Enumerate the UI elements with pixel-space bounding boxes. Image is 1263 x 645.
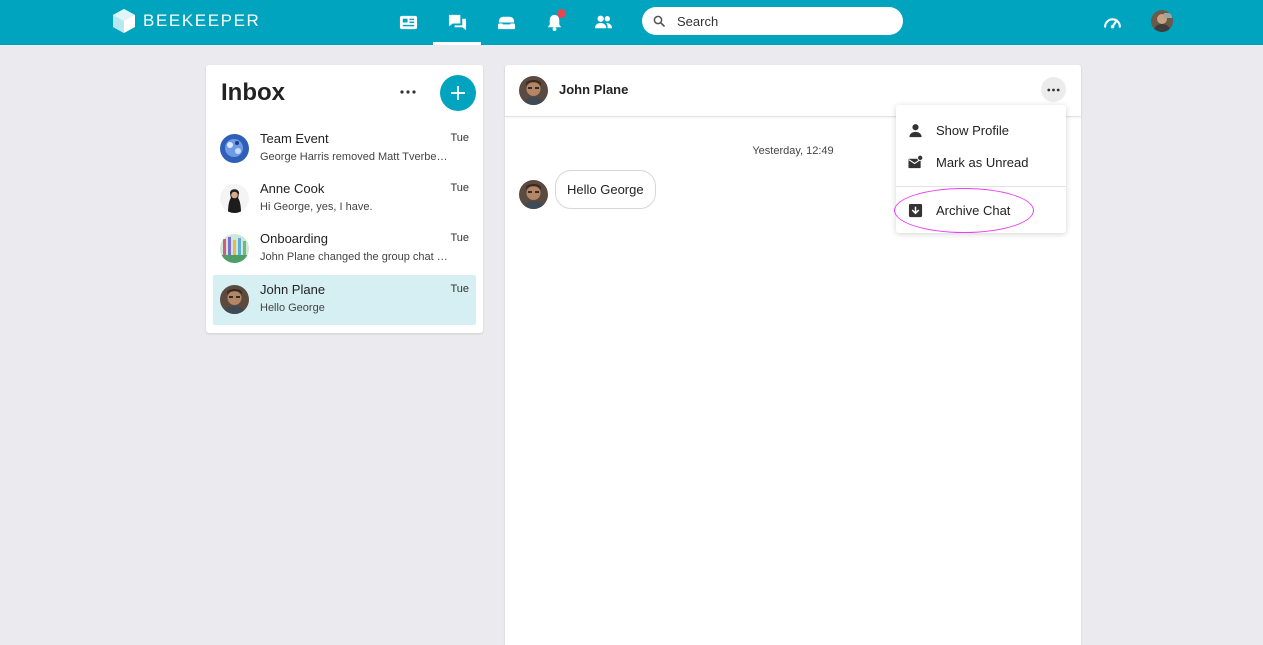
nav-people[interactable]: [579, 0, 627, 45]
menu-item-label: Mark as Unread: [936, 154, 1029, 170]
chat-preview: Hello George: [260, 302, 325, 314]
menu-item-mark-as-unread[interactable]: Mark as Unread: [896, 146, 1066, 178]
group-avatar: [220, 134, 249, 163]
chat-date: Tue: [450, 283, 469, 295]
nav-notifications[interactable]: [530, 0, 578, 45]
chat-list-item-team-event[interactable]: Team Event Tue George Harris removed Mat…: [213, 124, 476, 174]
chat-list-item-anne-cook[interactable]: Anne Cook Tue Hi George, yes, I have.: [213, 174, 476, 224]
brand-name: BEEKEEPER: [143, 11, 261, 30]
chat-name: John Plane: [260, 282, 326, 297]
beekeeper-logo[interactable]: BEEKEEPER: [113, 9, 260, 33]
chat-name: Anne Cook: [260, 181, 325, 196]
search-bar[interactable]: [642, 7, 903, 35]
chat-date: Tue: [450, 182, 469, 194]
user-avatar[interactable]: [1151, 10, 1173, 32]
chat-list-item-onboarding[interactable]: Onboarding Tue John Plane changed the gr…: [213, 224, 476, 274]
plus-icon: [451, 86, 465, 100]
inbox-title: Inbox: [221, 79, 285, 106]
notification-badge: [557, 9, 566, 18]
person-icon: [909, 123, 922, 137]
annotation-highlight-circle: [894, 188, 1034, 233]
beekeeper-logo-icon: [113, 9, 135, 33]
more-horizontal-icon: [400, 90, 416, 94]
search-input[interactable]: [677, 13, 877, 29]
nav-chats[interactable]: [433, 0, 481, 45]
speedometer-icon[interactable]: [1102, 12, 1123, 33]
menu-divider: [896, 186, 1066, 187]
message-sender-avatar[interactable]: [519, 180, 548, 209]
chat-icon: [448, 14, 466, 31]
chat-preview: George Harris removed Matt Tverbe…: [260, 151, 448, 163]
conversation-title[interactable]: John Plane: [559, 82, 628, 97]
chat-date: Tue: [450, 232, 469, 244]
contact-avatar: [220, 285, 249, 314]
new-chat-button[interactable]: [440, 75, 476, 111]
nav-news[interactable]: [384, 0, 432, 45]
inbox-more-button[interactable]: [396, 82, 420, 102]
chat-date: Tue: [450, 132, 469, 144]
menu-item-label: Show Profile: [936, 122, 1009, 138]
user-avatar-image: [1151, 10, 1173, 32]
inbox-panel: Inbox Team Event Tue George Harris remov…: [206, 65, 483, 333]
conversation-options-button[interactable]: [1041, 77, 1066, 102]
news-icon: [399, 15, 417, 30]
group-avatar: [220, 234, 249, 263]
chat-name: Onboarding: [260, 231, 328, 246]
search-icon: [653, 15, 665, 27]
chat-name: Team Event: [260, 131, 329, 146]
chat-list-item-john-plane[interactable]: John Plane Tue Hello George: [213, 275, 476, 325]
chat-preview: Hi George, yes, I have.: [260, 201, 373, 213]
menu-item-show-profile[interactable]: Show Profile: [896, 114, 1066, 146]
contact-avatar[interactable]: [519, 76, 548, 105]
people-icon: [594, 15, 612, 29]
mail-unread-icon: [908, 154, 923, 168]
more-horizontal-icon: [1047, 88, 1060, 91]
tools-icon: [497, 16, 515, 30]
contact-avatar: [220, 184, 249, 213]
chat-preview: John Plane changed the group chat …: [260, 251, 448, 263]
nav-tools[interactable]: [482, 0, 530, 45]
top-navigation-bar: BEEKEEPER: [0, 0, 1263, 45]
message-bubble[interactable]: Hello George: [555, 170, 656, 209]
